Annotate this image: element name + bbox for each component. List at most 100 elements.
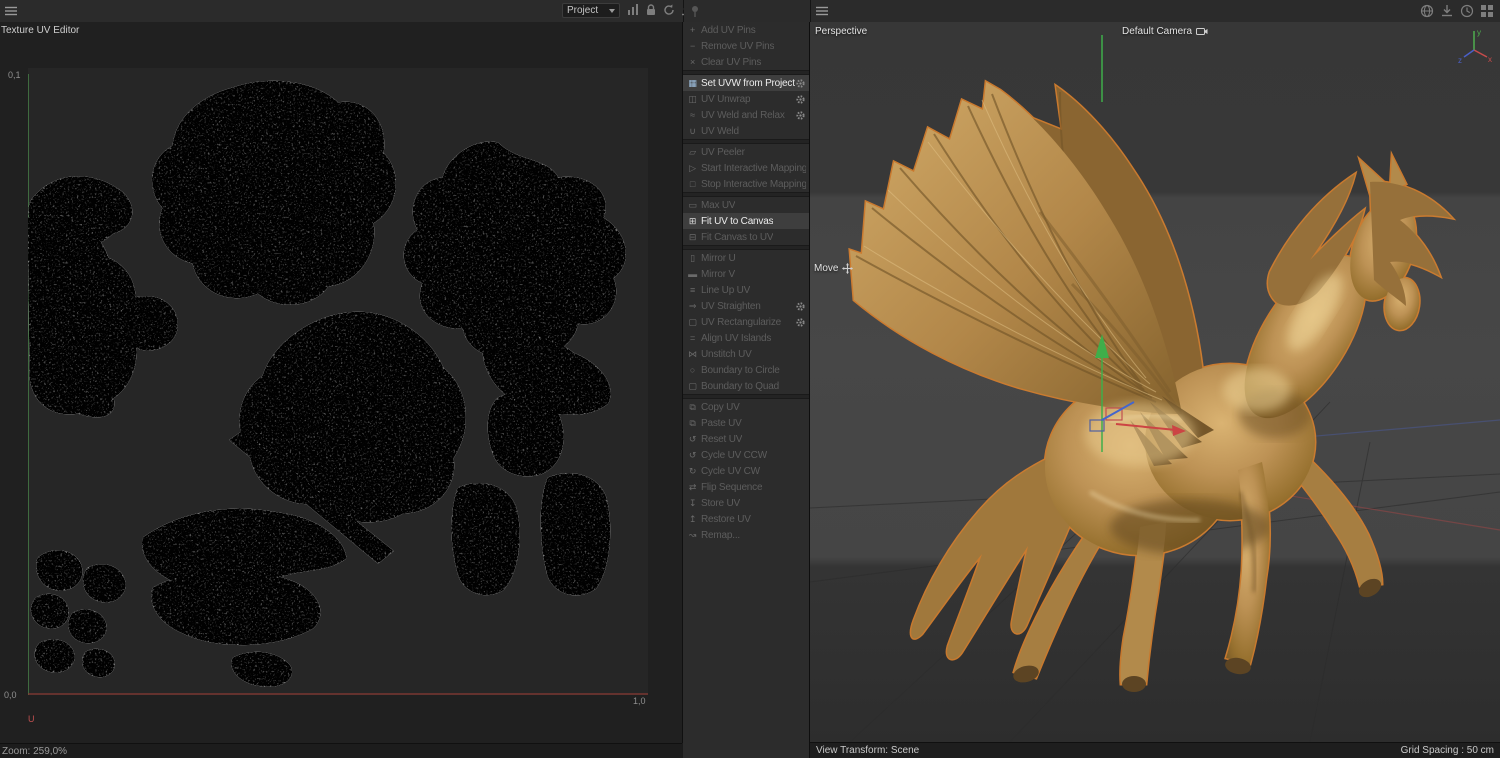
uv-coord-bottom-left: 0,0: [4, 690, 17, 700]
viewport-menubar: [811, 0, 1500, 22]
gear-icon[interactable]: [795, 301, 806, 312]
uv-command-item[interactable]: ⋈ Unstitch UV: [683, 346, 809, 362]
perspective-viewport[interactable]: Perspective Default Camera Move y x z: [810, 22, 1500, 742]
render-sphere-icon[interactable]: [1420, 4, 1434, 18]
viewport-scene: [810, 35, 1500, 742]
uv-editor-statusbar: Zoom: 259,0%: [0, 743, 682, 758]
zoom-level: Zoom: 259,0%: [2, 745, 68, 757]
panel-title: Texture UV Editor: [1, 25, 80, 36]
uv-command-item[interactable]: ▢ Boundary to Quad: [683, 378, 809, 394]
grid-spacing-label: Grid Spacing : 50 cm: [1400, 745, 1494, 756]
gear-icon[interactable]: [795, 110, 806, 121]
uv-command-item[interactable]: ≈ UV Weld and Relax: [683, 107, 809, 123]
uv-command-icon: ▯: [690, 252, 695, 263]
uv-editor-menubar: Project: [0, 0, 692, 22]
uv-islands-graphic: [28, 74, 648, 695]
uv-command-icon: ≈: [690, 110, 695, 120]
uv-command-icon: ⇒: [688, 300, 697, 311]
uv-command-icon: ≡: [689, 285, 696, 295]
hamburger-menu-icon[interactable]: [816, 6, 828, 16]
gear-icon[interactable]: [795, 94, 806, 105]
uv-command-item[interactable]: ◫ UV Unwrap: [683, 91, 809, 107]
chevron-down-icon: [609, 8, 615, 13]
hamburger-menu-icon[interactable]: [5, 6, 17, 16]
camera-label[interactable]: Default Camera: [1122, 26, 1208, 37]
download-icon[interactable]: [1440, 4, 1454, 18]
uv-command-icon: ▷: [689, 162, 696, 173]
project-dropdown-value: Project: [567, 5, 599, 16]
uv-command-item[interactable]: ⊟ Fit Canvas to UV: [683, 229, 809, 245]
lock-icon[interactable]: [644, 3, 658, 17]
uv-command-icon: ×: [689, 57, 696, 67]
uv-command-item[interactable]: ⧉ Copy UV: [683, 399, 809, 415]
uv-command-item[interactable]: ⊞ Fit UV to Canvas: [683, 213, 809, 229]
uv-command-item[interactable]: + Add UV Pins: [683, 22, 809, 38]
uv-command-item[interactable]: ⇄ Flip Sequence: [683, 479, 809, 495]
uv-command-item[interactable]: ∪ UV Weld: [683, 123, 809, 139]
texture-uv-editor-panel: Texture UV Editor 0,1 1,1 0,0 1,0 U: [0, 22, 683, 743]
uv-command-item[interactable]: ⧉ Paste UV: [683, 415, 809, 431]
uv-command-icon: ▱: [689, 146, 696, 157]
uv-command-icon: ▦: [688, 77, 697, 88]
uv-command-item[interactable]: ▬ Mirror V: [683, 266, 809, 282]
axis-label-y: y: [1477, 28, 1481, 37]
gear-icon[interactable]: [795, 78, 806, 89]
uv-command-item[interactable]: ↺ Cycle UV CCW: [683, 447, 809, 463]
uv-command-item[interactable]: − Remove UV Pins: [683, 38, 809, 54]
uv-command-icon: ⧉: [689, 401, 696, 412]
uv-command-item[interactable]: ▱ UV Peeler: [683, 144, 809, 160]
uv-command-item[interactable]: ▯ Mirror U: [683, 250, 809, 266]
uv-command-item[interactable]: ↧ Store UV: [683, 495, 809, 511]
uv-command-icon: ↺: [688, 449, 697, 460]
viewport-statusbar: View Transform: Scene Grid Spacing : 50 …: [810, 742, 1500, 758]
uv-command-item[interactable]: ↝ Remap...: [683, 527, 809, 543]
pegasus-model[interactable]: [850, 82, 1452, 692]
view-mode-label[interactable]: Perspective: [815, 26, 867, 37]
uv-canvas[interactable]: [28, 68, 648, 695]
uv-command-item[interactable]: ≡ Line Up UV: [683, 282, 809, 298]
uv-command-icon: ⊞: [688, 215, 697, 226]
uv-command-item[interactable]: ▢ UV Rectangularize: [683, 314, 809, 330]
u-axis-label: U: [28, 714, 35, 724]
uv-command-item[interactable]: ▷ Start Interactive Mapping: [683, 160, 809, 176]
uv-command-icon: ∪: [689, 125, 696, 136]
gear-icon[interactable]: [795, 317, 806, 328]
uv-command-icon: ↻: [688, 465, 697, 476]
uv-command-item[interactable]: = Align UV Islands: [683, 330, 809, 346]
uv-command-item[interactable]: ○ Boundary to Circle: [683, 362, 809, 378]
uv-command-item[interactable]: ↺ Reset UV: [683, 431, 809, 447]
uv-command-icon: ⋈: [688, 348, 697, 359]
top-menu-bar: Project: [0, 0, 1500, 23]
uv-command-icon: ⊟: [688, 231, 697, 242]
uv-command-item[interactable]: ↻ Cycle UV CW: [683, 463, 809, 479]
uv-coord-top-left: 0,1: [8, 70, 21, 80]
uv-command-icon: ↧: [688, 497, 697, 508]
uv-command-icon: −: [689, 41, 696, 51]
uv-command-icon: ◫: [688, 93, 697, 104]
uv-command-icon: ○: [689, 365, 696, 375]
uv-command-item[interactable]: □ Stop Interactive Mapping: [683, 176, 809, 192]
axis-label-x: x: [1488, 55, 1492, 64]
grid-icon[interactable]: [1480, 4, 1494, 18]
uv-command-icon: =: [689, 333, 696, 343]
history-icon[interactable]: [1460, 4, 1474, 18]
uv-command-icon: □: [689, 179, 696, 189]
uv-command-icon: ↝: [688, 529, 697, 540]
uv-command-item[interactable]: ⇒ UV Straighten: [683, 298, 809, 314]
pin-icon[interactable]: [688, 4, 702, 18]
world-axis-widget: y x z: [1458, 26, 1494, 64]
uv-command-item[interactable]: × Clear UV Pins: [683, 54, 809, 70]
uv-command-item[interactable]: ↥ Restore UV: [683, 511, 809, 527]
uv-command-item[interactable]: ▦ Set UVW from Projection: [683, 75, 809, 91]
uv-command-icon: ⧉: [689, 417, 696, 428]
view-transform-label: View Transform: Scene: [816, 745, 920, 756]
camera-icon: [1196, 28, 1208, 35]
uv-command-item[interactable]: ▭ Max UV: [683, 197, 809, 213]
viewport-toolbar-icons: [1420, 4, 1500, 18]
move-tool-icon: [842, 263, 854, 274]
chart-icon[interactable]: [626, 3, 640, 17]
project-dropdown[interactable]: Project: [562, 3, 620, 18]
sync-icon[interactable]: [662, 3, 676, 17]
uv-command-icon: ↥: [688, 513, 697, 524]
uv-commands-panel: + Add UV Pins − Remove UV Pins × Clear U…: [683, 22, 810, 758]
